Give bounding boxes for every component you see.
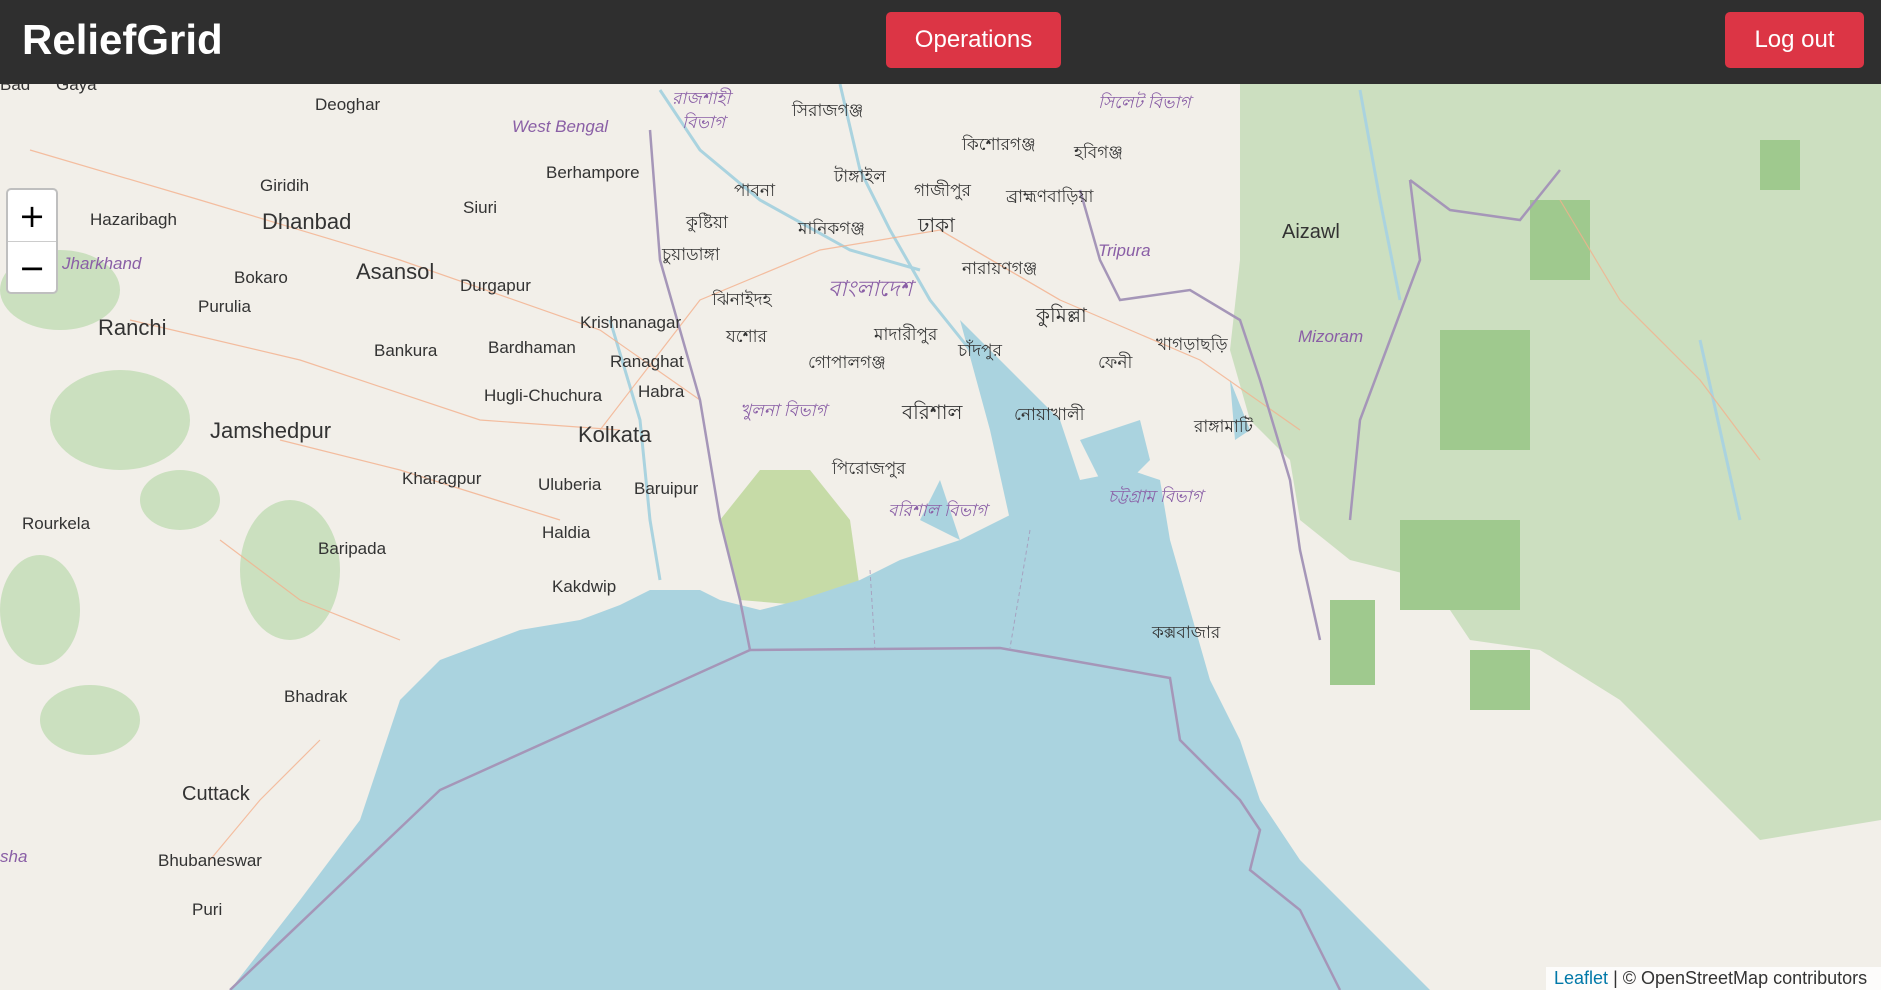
map-attribution: Leaflet | © OpenStreetMap contributors bbox=[1546, 967, 1881, 990]
place-label: কুষ্টিয়া bbox=[685, 212, 729, 232]
map-view[interactable]: Deoghar West Bengal রাজশাহী বিভাগ সিরাজগঞ্জ স… bbox=[0, 84, 1881, 990]
place-label: Siuri bbox=[463, 198, 497, 217]
place-label: মানিকগঞ্জ bbox=[797, 218, 865, 238]
place-label: ব্রাহ্মণবাড়িয়া bbox=[1005, 186, 1095, 206]
place-label: বরিশাল bbox=[901, 401, 963, 424]
place-label: বরিশাল বিভাগ bbox=[888, 500, 991, 520]
place-label: Kharagpur bbox=[402, 469, 482, 488]
place-label: Berhampore bbox=[546, 163, 640, 182]
place-label: বিভাগ bbox=[682, 112, 729, 132]
place-label: Habra bbox=[638, 382, 685, 401]
place-label: Durgapur bbox=[460, 276, 531, 295]
place-label: Ranchi bbox=[98, 315, 166, 340]
zoom-control: + − bbox=[6, 188, 58, 294]
place-label: ঝিনাইদহ bbox=[711, 289, 773, 309]
place-label: চট্টগ্রাম বিভাগ bbox=[1108, 485, 1207, 506]
zoom-in-button[interactable]: + bbox=[8, 190, 56, 242]
place-label: Rourkela bbox=[22, 514, 91, 533]
place-label: ফেনী bbox=[1098, 352, 1133, 372]
place-label: Jharkhand bbox=[61, 254, 142, 273]
brand-title[interactable]: ReliefGrid bbox=[22, 14, 223, 66]
place-label: Uluberia bbox=[538, 475, 602, 494]
place-label: নোয়াখালী bbox=[1014, 404, 1086, 424]
map-tiles: Deoghar West Bengal রাজশাহী বিভাগ সিরাজগঞ্জ স… bbox=[0, 84, 1881, 990]
top-navbar: ReliefGrid Operations Log out bbox=[0, 0, 1881, 84]
place-label: Bokaro bbox=[234, 268, 288, 287]
place-label: বাংলাদেশ bbox=[828, 276, 916, 301]
place-label: খুলনা বিভাগ bbox=[740, 400, 831, 421]
zoom-out-button[interactable]: − bbox=[8, 242, 56, 292]
place-label: চাঁদপুর bbox=[957, 340, 1003, 360]
place-label: সিলেট বিভাগ bbox=[1098, 91, 1194, 112]
place-label: পাবনা bbox=[734, 181, 776, 200]
place-label: গাজীপুর bbox=[914, 180, 972, 200]
place-label: sha bbox=[0, 847, 27, 866]
place-label: নারায়ণগঞ্জ bbox=[961, 259, 1037, 278]
place-label: যশোর bbox=[725, 327, 768, 346]
place-label: গোপালগঞ্জ bbox=[808, 353, 886, 372]
place-label: Cuttack bbox=[182, 783, 251, 805]
place-label: Gaya bbox=[56, 84, 97, 94]
place-label: সিরাজগঞ্জ bbox=[791, 100, 863, 120]
place-label: Krishnanagar bbox=[580, 313, 681, 332]
place-label: রাঙ্গামাটি bbox=[1193, 416, 1254, 436]
logout-button[interactable]: Log out bbox=[1725, 12, 1864, 68]
place-label: খাগড়াছড়ি bbox=[1156, 334, 1228, 354]
place-label: Bhubaneswar bbox=[158, 851, 262, 870]
leaflet-link[interactable]: Leaflet bbox=[1554, 968, 1608, 988]
place-label: Purulia bbox=[198, 297, 251, 316]
place-label: Baruipur bbox=[634, 479, 699, 498]
place-label: Hazaribagh bbox=[90, 210, 177, 229]
place-label: কক্সবাজার bbox=[1151, 623, 1221, 642]
operations-button[interactable]: Operations bbox=[886, 12, 1061, 68]
place-label: ঢাকা bbox=[917, 215, 956, 237]
place-label: রাজশাহী bbox=[672, 87, 733, 108]
place-label: Baripada bbox=[318, 539, 387, 558]
place-label: হবিগঞ্জ bbox=[1073, 142, 1123, 162]
place-label: পিরোজপুর bbox=[831, 458, 906, 478]
attribution-text: | © OpenStreetMap contributors bbox=[1613, 968, 1868, 988]
place-label: Bardhaman bbox=[488, 338, 576, 357]
place-label: Deoghar bbox=[315, 95, 381, 114]
place-label: Jamshedpur bbox=[210, 418, 331, 443]
place-label: Ranaghat bbox=[610, 352, 684, 371]
place-label: Dhanbad bbox=[262, 209, 351, 234]
place-label: কুমিল্লা bbox=[1035, 304, 1088, 327]
place-label: Bad bbox=[0, 84, 30, 94]
place-label: Kakdwip bbox=[552, 577, 616, 596]
place-label: কিশোরগঞ্জ bbox=[961, 134, 1036, 154]
place-label: Puri bbox=[192, 900, 222, 919]
place-label: Tripura bbox=[1098, 241, 1151, 260]
place-label: Bankura bbox=[374, 341, 438, 360]
place-label: টাঙ্গাইল bbox=[833, 166, 886, 186]
place-label: Aizawl bbox=[1282, 221, 1340, 243]
place-label: Asansol bbox=[356, 259, 434, 284]
place-label: Bhadrak bbox=[284, 687, 348, 706]
place-label: Kolkata bbox=[578, 422, 652, 447]
place-label: চুয়াডাঙ্গা bbox=[661, 245, 721, 264]
place-label: West Bengal bbox=[512, 117, 609, 136]
place-label: মাদারীপুর bbox=[873, 324, 938, 344]
place-label: Haldia bbox=[542, 523, 591, 542]
place-label: Giridih bbox=[260, 176, 309, 195]
place-label: Hugli-Chuchura bbox=[484, 386, 603, 405]
place-label: Mizoram bbox=[1298, 327, 1363, 346]
